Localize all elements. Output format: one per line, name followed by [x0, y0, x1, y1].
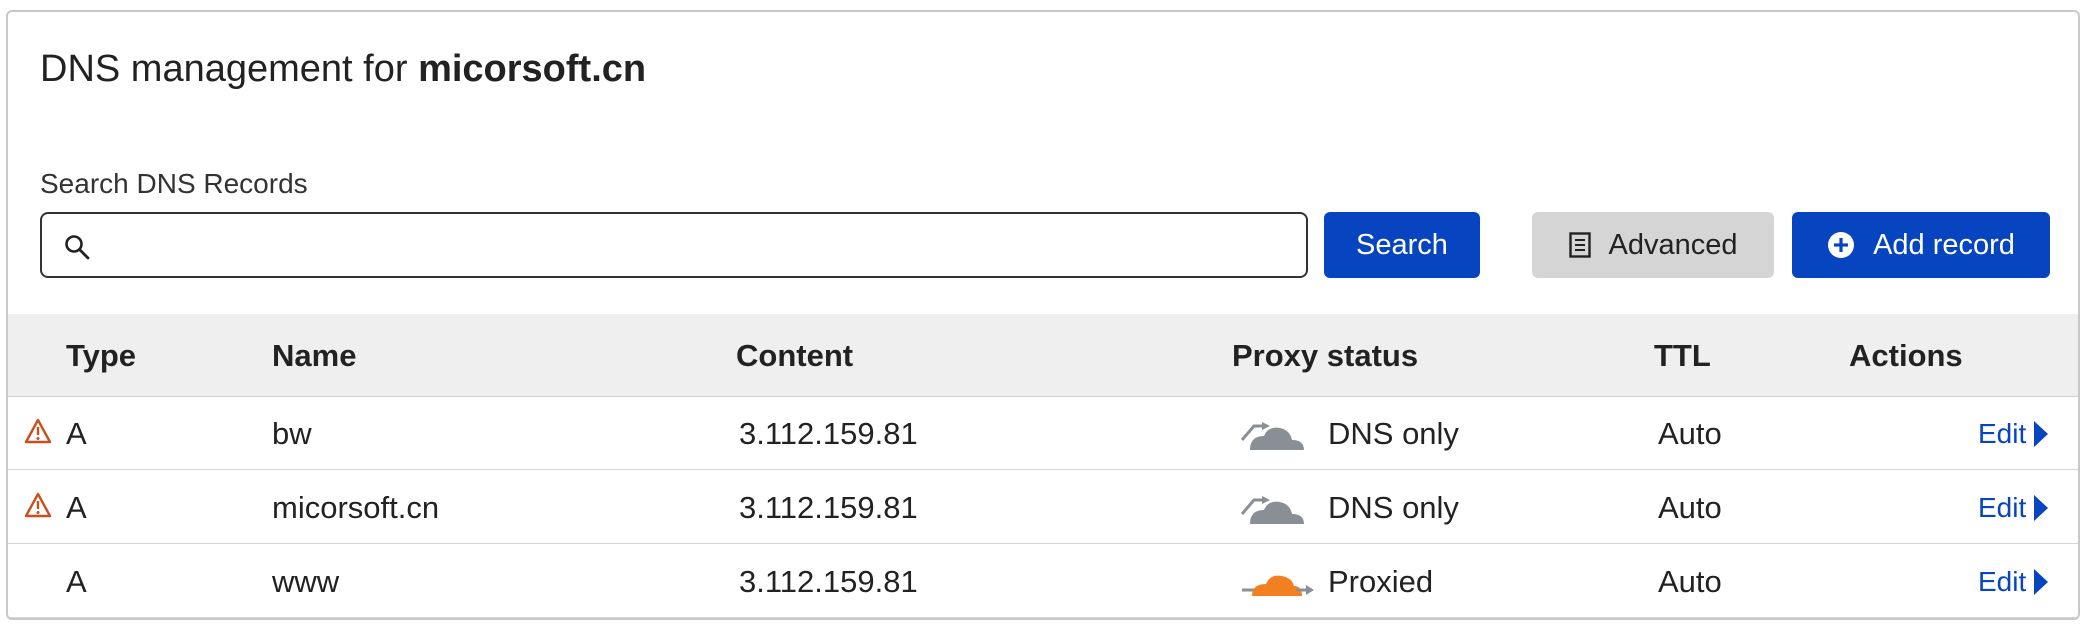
column-content[interactable]: Content — [736, 338, 853, 374]
table-row[interactable]: A micorsoft.cn 3.112.159.81 DNS only Aut… — [8, 470, 2078, 544]
record-type: A — [66, 490, 87, 525]
page-title-prefix: DNS management for — [40, 48, 419, 90]
column-name[interactable]: Name — [272, 338, 356, 374]
record-content: 3.112.159.81 — [739, 416, 918, 451]
column-proxy-status[interactable]: Proxy status — [1232, 338, 1418, 374]
column-actions: Actions — [1849, 338, 1963, 373]
record-name: micorsoft.cn — [272, 490, 440, 525]
dns-management-panel: DNS management for micorsoft.cn Search D… — [6, 10, 2080, 620]
column-ttl[interactable]: TTL — [1654, 338, 1711, 374]
edit-label: Edit — [1978, 418, 2027, 449]
table-row[interactable]: A bw 3.112.159.81 DNS only Auto Edit — [8, 396, 2078, 470]
record-type: A — [66, 564, 87, 599]
edit-link[interactable]: Edit — [1978, 492, 2049, 524]
search-icon — [65, 235, 90, 260]
cloud-dns-only-icon — [1240, 482, 1308, 533]
record-ttl: Auto — [1658, 564, 1722, 599]
edit-link[interactable]: Edit — [1978, 418, 2049, 450]
search-field[interactable] — [40, 212, 1308, 278]
search-button[interactable]: Search — [1324, 212, 1480, 278]
caret-right-icon — [2034, 495, 2049, 521]
warning-icon — [24, 418, 52, 449]
proxy-status-label: Proxied — [1328, 564, 1434, 599]
page-title: DNS management for micorsoft.cn — [40, 48, 646, 91]
edit-link[interactable]: Edit — [1978, 566, 2049, 598]
caret-right-icon — [2034, 569, 2049, 595]
record-name: www — [272, 564, 340, 599]
record-ttl: Auto — [1658, 490, 1722, 525]
advanced-button-label: Advanced — [1608, 228, 1738, 261]
record-type: A — [66, 416, 87, 451]
table-header: Type Name Content Proxy status TTL Actio… — [8, 314, 2078, 397]
cloud-proxied-icon — [1240, 556, 1316, 607]
table-row[interactable]: A www 3.112.159.81 Proxied Auto Edit — [8, 544, 2078, 618]
record-name: bw — [272, 416, 312, 451]
document-icon — [1568, 232, 1591, 258]
edit-label: Edit — [1978, 492, 2027, 523]
record-ttl: Auto — [1658, 416, 1722, 451]
proxy-status-label: DNS only — [1328, 490, 1459, 525]
search-button-label: Search — [1356, 228, 1448, 261]
edit-label: Edit — [1978, 566, 2027, 597]
record-content: 3.112.159.81 — [739, 490, 918, 525]
search-label: Search DNS Records — [40, 168, 308, 199]
add-record-button-label: Add record — [1873, 228, 2015, 261]
column-type[interactable]: Type — [66, 338, 136, 374]
add-record-button[interactable]: Add record — [1792, 212, 2050, 278]
caret-right-icon — [2034, 421, 2049, 447]
plus-circle-icon — [1827, 231, 1855, 259]
cloud-dns-only-icon — [1240, 408, 1308, 459]
proxy-status-label: DNS only — [1328, 416, 1459, 451]
domain-name: micorsoft.cn — [418, 48, 647, 90]
advanced-button[interactable]: Advanced — [1532, 212, 1774, 278]
warning-icon — [24, 492, 52, 523]
search-input[interactable] — [112, 222, 1286, 270]
record-content: 3.112.159.81 — [739, 564, 918, 599]
